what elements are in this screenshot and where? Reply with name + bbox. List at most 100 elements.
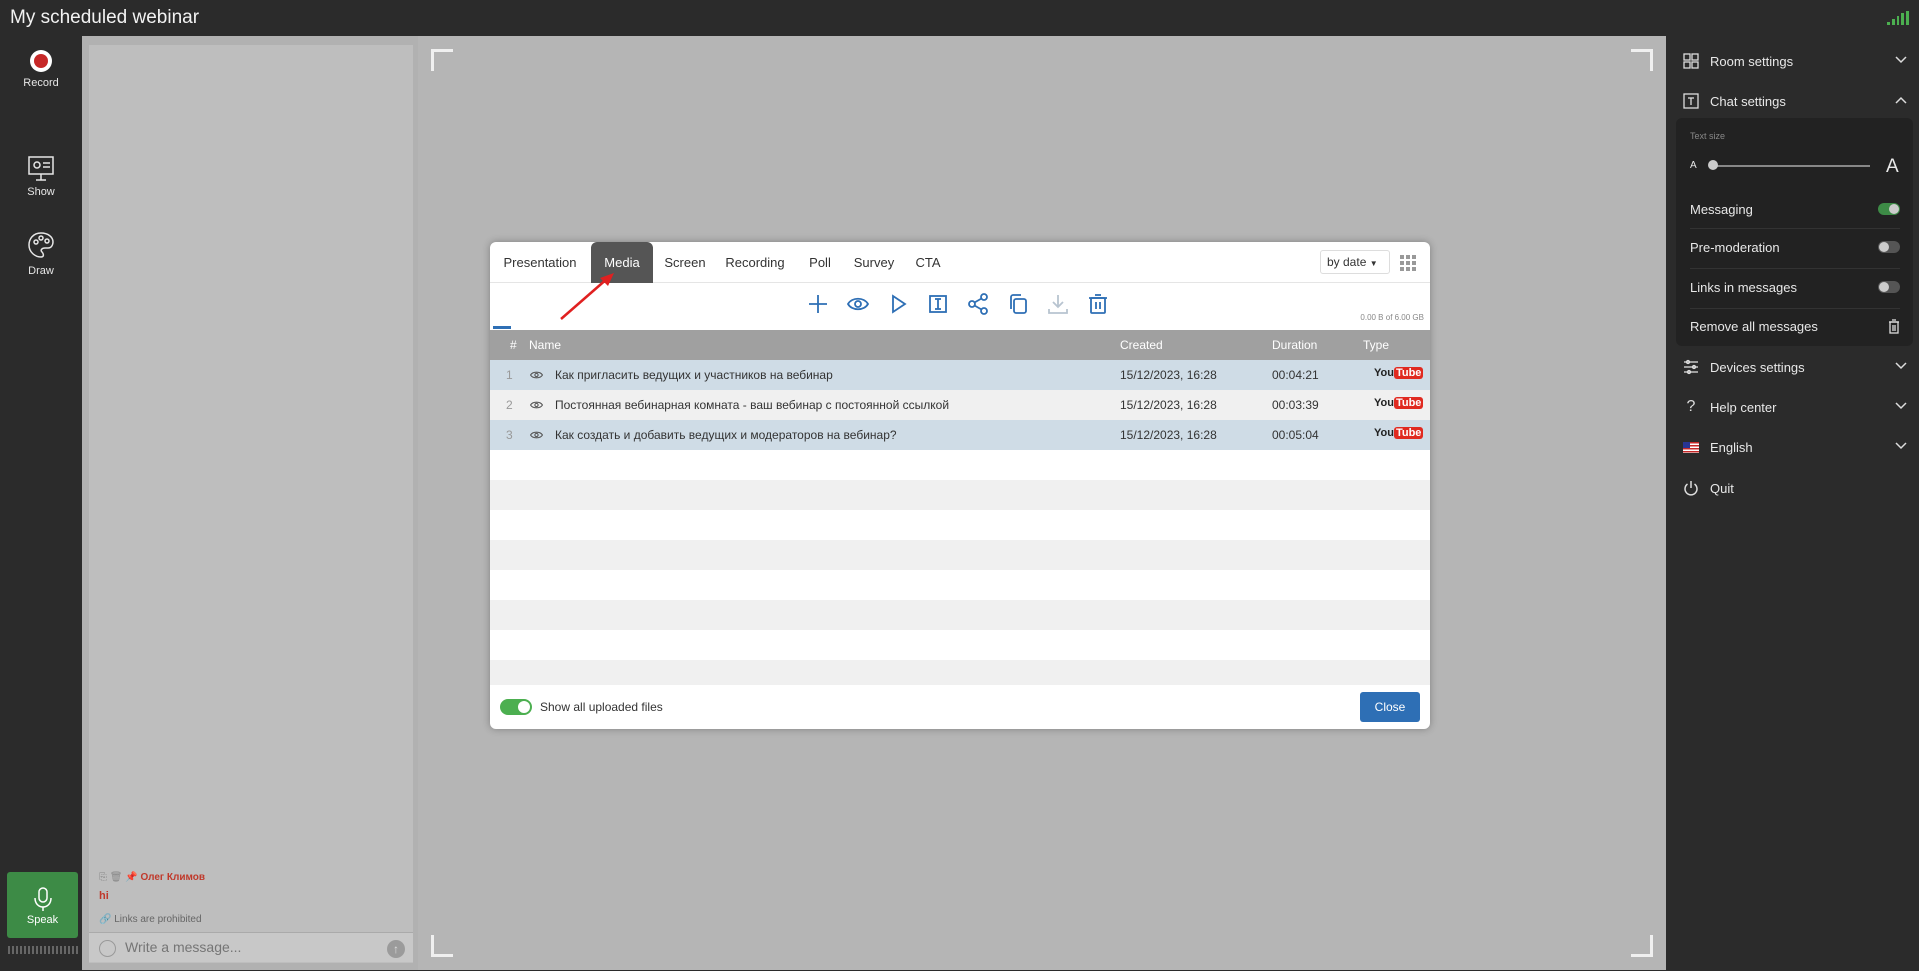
quit-label: Quit [1710,480,1734,496]
title-bar: My scheduled webinar [0,0,1919,36]
draw-label: Draw [28,265,54,277]
row-number: 3 [506,428,513,442]
record-button[interactable]: Record [0,49,82,89]
tab-screen[interactable]: Screen [659,242,711,283]
preview-eye-icon[interactable] [530,370,543,380]
trash-icon[interactable] [1888,319,1900,334]
tab-survey[interactable]: Survey [848,242,900,283]
row-duration: 00:05:04 [1272,428,1319,442]
preview-eye-icon[interactable] [530,430,543,440]
speak-label: Speak [26,914,59,926]
links-toggle[interactable] [1878,281,1900,293]
row-name: Как пригласить ведущих и участников на в… [555,368,833,382]
chevron-down-icon [1895,402,1907,410]
col-duration[interactable]: Duration [1272,338,1317,352]
table-header: # Name Created Duration Type [490,330,1430,360]
frame-corner [1631,49,1653,71]
messaging-row: Messaging [1690,202,1900,217]
download-icon[interactable] [1046,292,1070,316]
empty-row [490,450,1430,480]
chat-message-text: hi [99,890,109,902]
devices-settings-label: Devices settings [1710,359,1805,375]
chat-message-input[interactable] [125,939,365,955]
col-created[interactable]: Created [1120,338,1163,352]
us-flag-icon [1682,438,1700,456]
premoderation-label: Pre-moderation [1690,240,1780,255]
row-created: 15/12/2023, 16:28 [1120,368,1217,382]
row-number: 2 [506,398,513,412]
premoderation-toggle[interactable] [1878,241,1900,253]
col-num: # [510,338,517,352]
trash-icon[interactable]: 🗑 [110,872,125,883]
media-dialog: Presentation Media Screen Recording Poll… [490,242,1430,729]
tab-recording[interactable]: Recording [720,242,790,283]
youtube-tube: Tube [1393,367,1424,379]
sliders-icon [1682,358,1700,376]
frame-corner [431,49,453,71]
preview-eye-icon[interactable] [530,400,543,410]
send-icon[interactable]: ↑ [387,940,405,958]
signal-strength-icon [1887,11,1909,25]
text-size-slider-thumb[interactable] [1708,160,1718,170]
room-settings-item[interactable]: Room settings [1682,48,1912,74]
messaging-label: Messaging [1690,202,1753,217]
col-name[interactable]: Name [529,338,561,352]
tab-poll[interactable]: Poll [800,242,840,283]
sort-select[interactable]: by date ▼ [1320,250,1390,274]
question-icon: ? [1686,398,1696,415]
dialog-footer: Show all uploaded files Close [490,685,1430,729]
delete-icon[interactable] [1086,292,1110,316]
empty-row [490,540,1430,570]
copy-icon[interactable]: ⎘ [99,872,110,883]
youtube-you: You [1374,367,1394,379]
preview-eye-icon[interactable] [846,292,870,316]
remove-all-row[interactable]: Remove all messages [1690,319,1900,334]
storage-progress-bar [493,326,511,329]
add-icon[interactable] [806,292,830,316]
grid-view-icon[interactable] [1400,255,1416,271]
draw-button[interactable]: Draw [0,229,82,277]
row-created: 15/12/2023, 16:28 [1120,428,1217,442]
presentation-board-icon [28,156,54,181]
row-number: 1 [506,368,513,382]
text-size-slider[interactable] [1710,165,1870,167]
text-box-icon [1682,92,1700,110]
show-all-files-toggle[interactable] [500,699,532,715]
close-button[interactable]: Close [1360,692,1420,722]
tab-cta[interactable]: CTA [908,242,948,283]
messaging-toggle[interactable] [1878,203,1900,215]
show-button[interactable]: Show [0,154,82,198]
link-icon: 🔗 [99,914,115,925]
chat-panel [89,45,413,963]
language-item[interactable]: English [1682,434,1912,460]
chat-settings-item[interactable]: Chat settings [1682,88,1912,114]
dialog-tabs: Presentation Media Screen Recording Poll… [490,242,1430,283]
youtube-you: You [1374,397,1394,409]
table-row[interactable]: 3 Как создать и добавить ведущих и модер… [490,420,1430,450]
speak-button[interactable]: Speak [7,872,78,938]
annotation-arrow [560,273,614,320]
links-in-messages-label: Links in messages [1690,280,1797,295]
copy-icon[interactable] [1006,292,1030,316]
table-row[interactable]: 1 Как пригласить ведущих и участников на… [490,360,1430,390]
pin-icon[interactable]: 📌 [125,872,140,883]
left-toolbar: Record Show Draw Speak [0,36,82,971]
quit-item[interactable]: Quit [1682,475,1912,501]
emoji-icon[interactable] [99,940,116,957]
frame-corner [1631,935,1653,957]
youtube-you: You [1374,427,1394,439]
links-prohibited-note: 🔗 Links are prohibited [99,914,202,925]
help-center-item[interactable]: ? Help center [1682,394,1912,420]
room-settings-label: Room settings [1710,53,1794,69]
share-icon[interactable] [966,292,990,316]
devices-settings-item[interactable]: Devices settings [1682,354,1912,380]
table-row[interactable]: 2 Постоянная вебинарная комната - ваш ве… [490,390,1430,420]
audio-level-meter [8,946,78,954]
rename-icon[interactable] [926,292,950,316]
chevron-down-icon [1895,362,1907,370]
col-type[interactable]: Type [1363,338,1389,352]
divider [1690,308,1900,309]
chat-settings-box: Text size A A Messaging Pre-moderation L… [1676,118,1913,346]
play-icon[interactable] [886,292,910,316]
youtube-tube: Tube [1393,427,1424,439]
